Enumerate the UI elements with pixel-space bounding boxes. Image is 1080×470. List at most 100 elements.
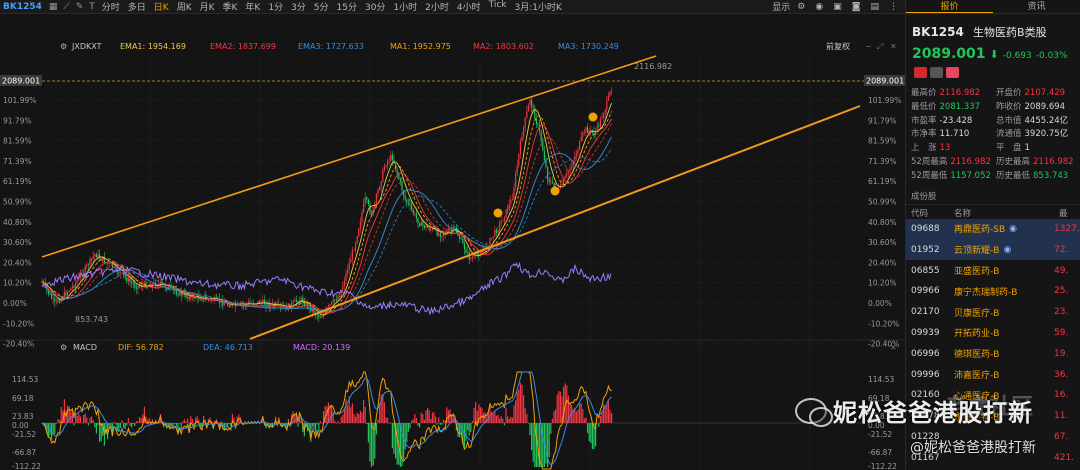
timeframe-3[interactable]: 周K xyxy=(173,0,196,13)
main-indicator-name[interactable]: JXDKXT xyxy=(71,42,102,51)
stat-value: 853.743 xyxy=(1033,170,1069,181)
more-icon[interactable]: ⋮ xyxy=(886,2,901,12)
stat-label: 市净率 xyxy=(911,129,937,140)
ma-line-1 xyxy=(41,118,612,314)
right-axis-label: 20.40% xyxy=(868,258,897,267)
layout-icon[interactable]: ▤ xyxy=(867,2,882,12)
pen-icon[interactable]: ✎ xyxy=(73,2,87,12)
macd-axis-label: 114.53 xyxy=(868,375,894,384)
gear-icon[interactable]: ⚙ xyxy=(60,42,67,51)
table-row[interactable]: 06996 德琪医药-B 19. xyxy=(906,343,1080,364)
chart-area[interactable]: ⚙ JXDKXT EMA1: 1954.169 EMA2: 1837.699 E… xyxy=(0,14,905,470)
timeframe-14[interactable]: 4小时 xyxy=(453,0,485,13)
left-axis-label: 10.20% xyxy=(3,279,32,288)
toolbar-right: 显示 ⚙ ◉ ▣ ◙ ▤ ⋮ xyxy=(772,0,905,14)
close-icon[interactable]: ✕ xyxy=(890,42,897,51)
tab-news[interactable]: 资讯 xyxy=(993,0,1080,13)
col-price[interactable]: 最 xyxy=(1059,207,1068,219)
constituent-code: 02170 xyxy=(911,307,940,318)
right-axis-label: 91.79% xyxy=(868,116,897,125)
timeframe-7[interactable]: 1分 xyxy=(264,0,287,13)
table-row[interactable]: 02170 贝康医疗-B 23. xyxy=(906,302,1080,323)
stat-value: 2116.982 xyxy=(1033,156,1074,167)
calendar-icon[interactable] xyxy=(930,67,943,78)
ma1-label: MA1: 1952.975 xyxy=(390,42,451,51)
ma2-label: MA2: 1803.602 xyxy=(473,42,534,51)
ema2-label: EMA2: 1837.699 xyxy=(210,42,276,51)
camera-icon[interactable]: ◙ xyxy=(849,2,864,12)
table-row[interactable]: 09939 开拓药业-B 59. xyxy=(906,323,1080,344)
col-code[interactable]: 代码 xyxy=(906,207,954,219)
stat-value: 2116.982 xyxy=(950,156,991,167)
symbol-code[interactable]: BK1254 xyxy=(0,2,46,12)
table-row[interactable]: 06855 亚盛医药-B 49. xyxy=(906,260,1080,281)
macd-gear-icon[interactable]: ⚙ xyxy=(60,343,67,352)
stat-label: 历史最高 xyxy=(996,156,1031,167)
line-icon[interactable]: ⟋ xyxy=(60,2,72,12)
timeframe-11[interactable]: 30分 xyxy=(361,0,389,13)
stat-label: 昨收价 xyxy=(996,101,1022,112)
stat-3: 昨收价 2089.694 xyxy=(996,100,1080,113)
collapse-icon[interactable]: − xyxy=(865,42,872,51)
timeframe-0[interactable]: 分时 xyxy=(98,0,124,13)
panel-symbol-code: BK1254 xyxy=(912,25,964,39)
expand-icon[interactable]: ⤢ xyxy=(876,42,883,51)
down-arrow-icon: ⬇ xyxy=(989,48,999,61)
settings-icon[interactable]: ⚙ xyxy=(794,2,808,12)
timeframe-10[interactable]: 15分 xyxy=(333,0,361,13)
tab-quote[interactable]: 报价 xyxy=(906,0,993,13)
macd-close-icon[interactable]: ✕ xyxy=(890,343,897,352)
favorite-heart-icon[interactable] xyxy=(946,67,959,78)
constituent-name: 沛嘉医疗-B xyxy=(954,371,1000,382)
stat-13: 历史最低 853.743 xyxy=(996,169,1080,182)
watermark-main: 妮松爸爸港股打新 xyxy=(795,393,1033,428)
constituent-price: 25. xyxy=(1054,286,1069,297)
timeframe-13[interactable]: 2小时 xyxy=(421,0,453,13)
channel-lower-line[interactable] xyxy=(249,105,861,340)
table-row[interactable]: 09688 再鼎医药-SB ◉ 1327. xyxy=(906,218,1080,240)
eye-icon[interactable]: ◉ xyxy=(812,2,826,12)
constituent-code: 09966 xyxy=(911,286,940,297)
left-axis: 101.99% 91.79% 81.59% 71.39% 61.19% 50.99% 40.… xyxy=(3,96,36,349)
watch-eye-icon[interactable]: ◉ xyxy=(1003,245,1011,255)
col-name[interactable]: 名称 xyxy=(954,207,1059,219)
event-marker-3 xyxy=(550,186,560,196)
display-menu[interactable]: 显示 xyxy=(772,0,790,13)
table-row[interactable]: 09996 沛嘉医疗-B 36. xyxy=(906,364,1080,385)
timeframe-4[interactable]: 月K xyxy=(196,0,219,13)
timeframe-12[interactable]: 1小时 xyxy=(389,0,421,13)
timeframe-15[interactable]: Tick xyxy=(485,0,511,13)
chart-toolbar: BK1254 ▦ ⟋ ✎ T 分时 多日 日K 周K 月K 季K 年K 1分 3分 5分 15分 30… xyxy=(0,0,905,14)
left-axis-label: 81.59% xyxy=(3,137,32,146)
timeframe-5[interactable]: 季K xyxy=(219,0,242,13)
adjust-mode[interactable]: 前复权 xyxy=(826,41,850,51)
lock-icon[interactable]: ▣ xyxy=(830,2,845,12)
macd-name[interactable]: MACD xyxy=(73,343,97,352)
right-axis-label: 71.39% xyxy=(868,157,897,166)
timeframe-9[interactable]: 5分 xyxy=(310,0,333,13)
stat-label: 上 涨 xyxy=(911,143,937,154)
panel-symbol-name: 生物医药B类股 xyxy=(973,26,1047,39)
text-icon[interactable]: T xyxy=(86,2,98,12)
watermark-handle: @妮松爸爸港股打新 xyxy=(910,440,1036,456)
event-marker-2 xyxy=(493,208,503,218)
timeframe-1[interactable]: 多日 xyxy=(124,0,150,13)
channel-upper-line[interactable] xyxy=(41,55,657,258)
constituent-name: 康宁杰瑞制药-B xyxy=(954,287,1018,298)
left-axis-label: 0.00% xyxy=(3,299,27,308)
timeframe-16[interactable]: 3月:1小时K xyxy=(511,0,566,13)
left-axis-label: 91.79% xyxy=(3,116,32,125)
constituent-name-cell: 亚盛医药-B xyxy=(954,264,1054,277)
table-row[interactable]: 01952 云顶新耀-B ◉ 72. xyxy=(906,239,1080,261)
timeframe-8[interactable]: 3分 xyxy=(287,0,310,13)
right-axis-label: 10.20% xyxy=(868,279,897,288)
grid-icon[interactable]: ▦ xyxy=(46,2,61,12)
watch-eye-icon[interactable]: ◉ xyxy=(1009,224,1017,234)
timeframe-2[interactable]: 日K xyxy=(150,0,173,13)
left-axis-label: 20.40% xyxy=(3,258,32,267)
badge-row xyxy=(906,64,1080,82)
timeframe-6[interactable]: 年K xyxy=(241,0,264,13)
table-row[interactable]: 09966 康宁杰瑞制药-B 25. xyxy=(906,281,1080,302)
kline-chart[interactable]: ⚙ JXDKXT EMA1: 1954.169 EMA2: 1837.699 E… xyxy=(0,14,905,470)
right-axis-label: 0.00% xyxy=(868,299,892,308)
